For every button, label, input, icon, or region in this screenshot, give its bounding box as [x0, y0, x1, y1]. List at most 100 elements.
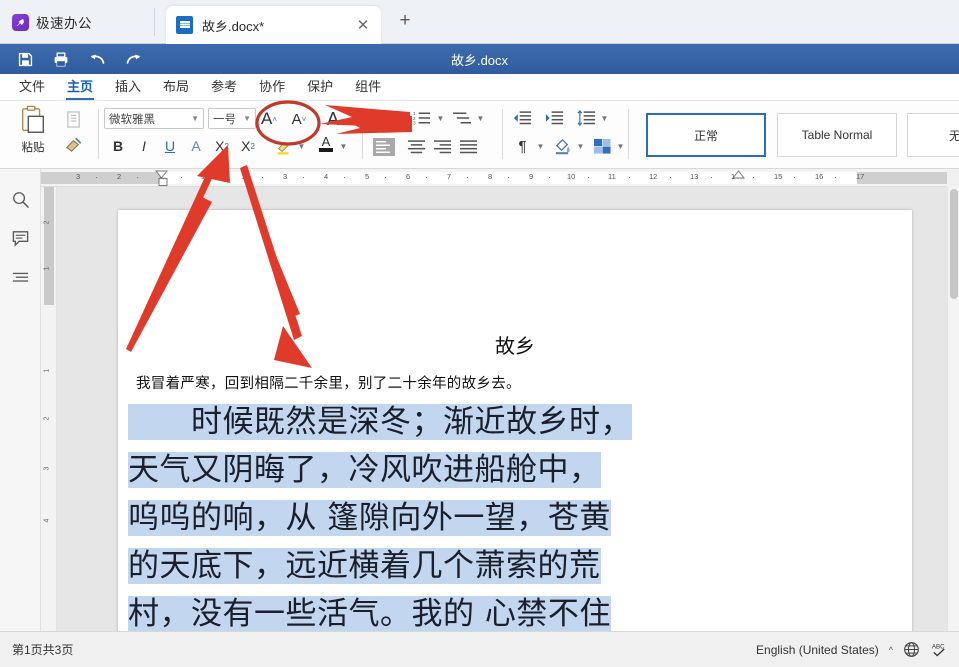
title-bar: 故乡.docx [0, 44, 959, 74]
ruler-tick-8: 8 [488, 172, 493, 181]
text-highlight-icon[interactable] [272, 135, 296, 157]
ribbon-group-font-size-controls: A ˄ A ˅ A ▼ A ▼ [256, 101, 352, 167]
new-tab-button[interactable]: + [395, 11, 415, 32]
borders-dropdown-icon[interactable]: ▼ [615, 135, 626, 157]
right-indent-marker[interactable] [732, 170, 746, 179]
font-color-button[interactable]: A [314, 133, 338, 155]
ribbon-divider-2 [362, 109, 363, 159]
ruler-text-zone [162, 172, 857, 184]
clear-formatting-button[interactable]: A [320, 107, 346, 131]
superscript-button[interactable]: X2 [210, 135, 234, 157]
font-name-select[interactable]: 微软雅黑 ▼ [104, 108, 204, 129]
redo-arrow-icon[interactable] [116, 46, 150, 72]
document-page[interactable]: 故乡 我冒着严寒，回到相隔二千余里，别了二十余年的故乡去。 时候既然是深冬；渐近… [118, 210, 912, 631]
chevron-up-icon[interactable]: ^ [889, 645, 893, 655]
line-spacing-dropdown-icon[interactable]: ▼ [599, 107, 610, 129]
vertical-scrollbar[interactable] [947, 187, 959, 631]
language-label[interactable]: English (United States) [756, 643, 879, 657]
undo-arrow-icon[interactable] [80, 46, 114, 72]
numbered-list-dropdown-icon[interactable]: ▼ [435, 107, 446, 129]
browser-tab-strip: 极速办公 故乡.docx* ✕ + [0, 0, 959, 44]
superscript-exponent: 2 [224, 141, 229, 151]
ruler-tick-16: 16 [815, 172, 824, 181]
highlight-dropdown-icon[interactable]: ▼ [296, 135, 307, 157]
paste-label: 粘贴 [21, 142, 45, 154]
clear-formatting-label: A [326, 108, 339, 129]
ribbon-group-indent-spacing: ▼ ¶ ▼ ▼ ▼ [508, 101, 624, 167]
save-icon[interactable] [8, 46, 42, 72]
vruler-tick-c: 1 [43, 368, 51, 373]
paragraph-mark-dropdown-icon[interactable]: ▼ [535, 135, 546, 157]
print-icon[interactable] [44, 46, 78, 72]
style-card-table-normal[interactable]: Table Normal [777, 113, 897, 157]
ruler-tick-9: 9 [529, 172, 534, 181]
align-left-icon[interactable] [370, 135, 398, 159]
increase-indent-icon[interactable] [542, 107, 567, 129]
menu-item-home[interactable]: 主页 [56, 74, 104, 100]
font-color-swatch [319, 148, 333, 152]
subscript-base: X [241, 138, 251, 154]
ruler-tick-left-2: 2 [117, 172, 122, 181]
app-brand: 极速办公 [12, 12, 92, 32]
document-canvas[interactable]: 故乡 我冒着严寒，回到相隔二千余里，别了二十余年的故乡去。 时候既然是深冬；渐近… [57, 187, 959, 631]
brand-label: 极速办公 [36, 16, 92, 31]
numbered-list-icon[interactable]: 1 2 3 [410, 107, 435, 129]
outline-icon[interactable] [7, 264, 34, 291]
document-tab[interactable]: 故乡.docx* ✕ [166, 6, 381, 44]
ruler-tick-6: 6 [406, 172, 411, 181]
ruler-tick-17: 17 [856, 172, 865, 181]
menu-item-layout[interactable]: 布局 [152, 74, 200, 100]
bold-button[interactable]: B [106, 135, 130, 157]
document-icon [176, 16, 193, 34]
align-justify-icon[interactable] [456, 135, 481, 157]
subscript-index: 2 [250, 141, 255, 151]
horizontal-ruler[interactable]: 3 2 1 1 2 3 4 5 6 7 8 9 10 11 12 13 14 1… [41, 169, 947, 187]
vertical-ruler: 2 1 1 2 3 4 [41, 187, 57, 631]
shading-dropdown-icon[interactable]: ▼ [575, 135, 586, 157]
font-size-select[interactable]: 一号 ▼ [208, 108, 256, 129]
comment-icon[interactable] [7, 225, 34, 252]
borders-icon[interactable] [590, 135, 615, 157]
menu-item-protect[interactable]: 保护 [296, 74, 344, 100]
strikethrough-button[interactable]: A [184, 135, 208, 157]
menu-item-file[interactable]: 文件 [8, 74, 56, 100]
paste-button[interactable]: 粘贴 [10, 105, 56, 163]
format-painter-icon[interactable] [60, 133, 86, 157]
bullet-list-dropdown-icon[interactable]: ▼ [395, 107, 406, 129]
multilevel-list-dropdown-icon[interactable]: ▼ [475, 107, 486, 129]
left-indent-marker[interactable] [158, 178, 168, 187]
underline-button[interactable]: U [158, 135, 182, 157]
menu-item-components[interactable]: 组件 [344, 74, 392, 100]
paragraph-mark-button[interactable]: ¶ [510, 135, 535, 157]
rocket-logo-icon [12, 13, 29, 31]
font-color-dropdown-icon[interactable]: ▼ [338, 135, 349, 157]
style-card-no-spacing[interactable]: 无空格 [907, 113, 959, 157]
close-icon[interactable]: ✕ [355, 16, 371, 34]
menu-item-insert[interactable]: 插入 [104, 74, 152, 100]
spellcheck-abc-icon[interactable]: ABC [930, 641, 949, 658]
document-selected-text[interactable]: 时候既然是深冬；渐近故乡时， 天气又阴晦了，冷风吹进船舱中， 呜呜的响，从 篷隙… [128, 398, 684, 631]
align-center-icon[interactable] [404, 135, 429, 157]
scrollbar-thumb[interactable] [950, 189, 958, 299]
font-name-value: 微软雅黑 [109, 113, 155, 126]
bullet-list-icon[interactable] [370, 107, 395, 129]
search-icon[interactable] [7, 186, 34, 213]
multilevel-list-icon[interactable] [450, 107, 475, 129]
align-right-icon[interactable] [430, 135, 455, 157]
increase-font-size-button[interactable]: A ˄ [256, 107, 282, 131]
globe-icon[interactable] [903, 641, 920, 658]
decrease-font-size-label: A [291, 110, 302, 128]
italic-button[interactable]: I [132, 135, 156, 157]
ruler-tick-1: 1 [201, 172, 206, 181]
decrease-indent-icon[interactable] [510, 107, 535, 129]
decrease-font-size-button[interactable]: A ˅ [286, 107, 312, 131]
style-card-normal[interactable]: 正常 [646, 113, 766, 157]
paragraph-mark-label: ¶ [518, 137, 527, 155]
menu-item-collaborate[interactable]: 协作 [248, 74, 296, 100]
ribbon-group-paragraph-lists: ▼ 1 2 3 ▼ ▼ [368, 101, 498, 167]
shading-bucket-icon[interactable] [550, 135, 575, 157]
copy-icon[interactable] [60, 107, 86, 131]
line-spacing-icon[interactable] [574, 107, 599, 129]
document-paragraph-1: 我冒着严寒，回到相隔二千余里，别了二十余年的故乡去。 [136, 376, 521, 392]
menu-item-reference[interactable]: 参考 [200, 74, 248, 100]
